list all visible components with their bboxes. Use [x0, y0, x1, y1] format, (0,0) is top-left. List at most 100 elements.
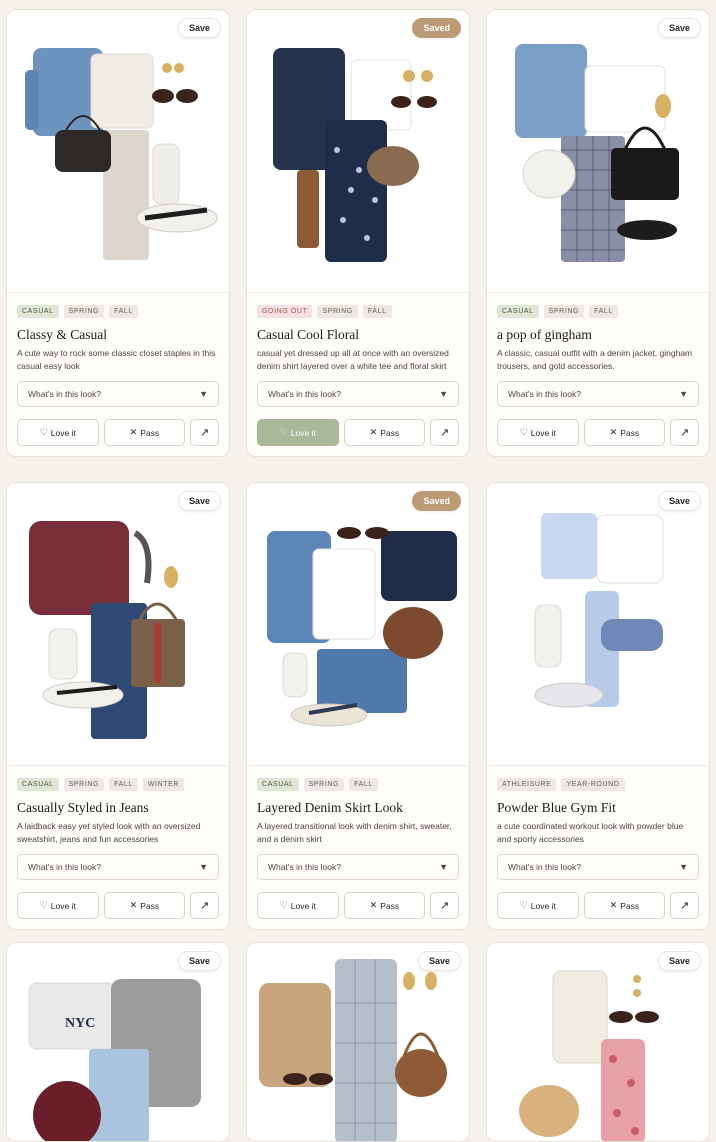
- share-button[interactable]: ↗: [190, 419, 220, 446]
- save-button[interactable]: Save: [177, 491, 221, 511]
- dropdown-label: What's in this look?: [28, 862, 101, 872]
- share-button[interactable]: ↗: [670, 419, 700, 446]
- tag-list: CASUAL SPRING FALL WINTER: [17, 778, 219, 791]
- look-items-dropdown[interactable]: What's in this look? ▼: [17, 381, 219, 407]
- tag: FALL: [109, 305, 138, 318]
- look-items-dropdown[interactable]: What's in this look? ▼: [257, 854, 459, 880]
- pass-button[interactable]: ✕ Pass: [343, 419, 426, 446]
- look-items-dropdown[interactable]: What's in this look? ▼: [17, 854, 219, 880]
- love-it-label: Love it: [290, 900, 316, 911]
- love-it-label: Love it: [50, 427, 76, 438]
- tag-list: GOING OUT SPRING FALL: [257, 305, 459, 318]
- pass-button[interactable]: ✕ Pass: [583, 892, 666, 919]
- outfit-image[interactable]: Saved: [247, 10, 469, 293]
- saved-button[interactable]: Saved: [412, 491, 461, 511]
- saved-button[interactable]: Saved: [412, 18, 461, 38]
- outfit-description: A laidback easy yet styled look with an …: [17, 821, 201, 844]
- pass-label: Pass: [140, 427, 160, 438]
- x-icon: ✕: [609, 427, 618, 437]
- save-button[interactable]: Save: [657, 18, 701, 38]
- dropdown-label: What's in this look?: [508, 389, 581, 399]
- look-items-dropdown[interactable]: What's in this look? ▼: [257, 381, 459, 407]
- tag-list: CASUAL SPRING FALL: [257, 778, 459, 791]
- nyc-print: NYC: [65, 1016, 95, 1031]
- x-icon: ✕: [369, 900, 378, 910]
- outfit-image[interactable]: Save: [487, 483, 709, 766]
- love-it-button[interactable]: ♡ Love it: [257, 419, 339, 446]
- outfit-card: Saved CASUAL SPRING FALL Layered Denim S…: [246, 482, 470, 930]
- outfit-illustration: [515, 44, 679, 262]
- outfit-image[interactable]: Save: [247, 943, 469, 1141]
- tag-list: CASUAL SPRING FALL: [17, 305, 219, 318]
- tag: WINTER: [142, 778, 185, 791]
- outfit-illustration: [534, 513, 664, 708]
- tag: YEAR-ROUND: [561, 778, 625, 791]
- outfit-card: Save: [246, 942, 470, 1142]
- tag: CASUAL: [497, 305, 539, 318]
- outfit-title: a pop of gingham: [497, 327, 592, 342]
- share-button[interactable]: ↗: [190, 892, 220, 919]
- arrow-up-right-icon: ↗: [439, 427, 450, 439]
- outfit-image[interactable]: Save: [7, 10, 229, 293]
- save-button[interactable]: Save: [177, 18, 221, 38]
- save-button[interactable]: Save: [417, 951, 461, 971]
- share-button[interactable]: ↗: [430, 419, 460, 446]
- arrow-up-right-icon: ↗: [199, 900, 210, 912]
- chevron-down-icon: ▼: [199, 862, 208, 872]
- outfit-illustration: [273, 48, 437, 262]
- outfit-card: Saved GOING OUT SPRING FALL Casual Cool …: [246, 9, 470, 457]
- look-items-dropdown[interactable]: What's in this look? ▼: [497, 381, 699, 407]
- outfit-card: Save CASUAL SPRING FALL a pop of gingham…: [486, 9, 710, 457]
- tag: SPRING: [63, 305, 105, 318]
- outfit-title: Powder Blue Gym Fit: [497, 800, 616, 815]
- outfit-image[interactable]: Save: [487, 943, 709, 1141]
- arrow-up-right-icon: ↗: [679, 900, 690, 912]
- tag-list: CASUAL SPRING FALL: [497, 305, 699, 318]
- outfit-image[interactable]: Saved: [247, 483, 469, 766]
- look-items-dropdown[interactable]: What's in this look? ▼: [497, 854, 699, 880]
- dropdown-label: What's in this look?: [268, 862, 341, 872]
- outfit-title: Layered Denim Skirt Look: [257, 800, 403, 815]
- dropdown-label: What's in this look?: [28, 389, 101, 399]
- save-button[interactable]: Save: [657, 491, 701, 511]
- pass-button[interactable]: ✕ Pass: [343, 892, 426, 919]
- outfit-card: NYC Save: [6, 942, 230, 1142]
- outfit-title: Casually Styled in Jeans: [17, 800, 149, 815]
- tag: CASUAL: [17, 778, 59, 791]
- love-it-button[interactable]: ♡ Love it: [17, 419, 99, 446]
- love-it-button[interactable]: ♡ Love it: [497, 892, 579, 919]
- love-it-label: Love it: [50, 900, 76, 911]
- outfit-image[interactable]: Save: [487, 10, 709, 293]
- tag: CASUAL: [17, 305, 59, 318]
- pass-button[interactable]: ✕ Pass: [103, 419, 186, 446]
- outfit-card: Save ATHLEISURE YEAR-ROUND Powder Blue G…: [486, 482, 710, 930]
- dropdown-label: What's in this look?: [508, 862, 581, 872]
- pass-button[interactable]: ✕ Pass: [103, 892, 186, 919]
- save-button[interactable]: Save: [177, 951, 221, 971]
- share-button[interactable]: ↗: [670, 892, 700, 919]
- outfit-image[interactable]: Save: [7, 483, 229, 766]
- pass-button[interactable]: ✕ Pass: [583, 419, 666, 446]
- pass-label: Pass: [140, 900, 160, 911]
- love-it-button[interactable]: ♡ Love it: [497, 419, 579, 446]
- outfit-image[interactable]: NYC Save: [7, 943, 229, 1141]
- heart-icon: ♡: [39, 900, 48, 910]
- outfit-card: Save CASUAL SPRING FALL Classy & Casual …: [6, 9, 230, 457]
- outfit-illustration: NYC: [28, 979, 201, 1141]
- tag: SPRING: [63, 778, 105, 791]
- outfit-description: A classic, casual outfit with a denim ja…: [497, 348, 693, 371]
- chevron-down-icon: ▼: [679, 389, 688, 399]
- pass-label: Pass: [380, 427, 400, 438]
- tag: FALL: [362, 305, 392, 318]
- chevron-down-icon: ▼: [199, 389, 208, 399]
- love-it-button[interactable]: ♡ Love it: [257, 892, 339, 919]
- share-button[interactable]: ↗: [430, 892, 460, 919]
- outfit-illustration: [519, 970, 659, 1141]
- x-icon: ✕: [609, 900, 618, 910]
- chevron-down-icon: ▼: [439, 862, 448, 872]
- heart-icon: ♡: [39, 427, 48, 437]
- heart-icon: ♡: [279, 900, 288, 910]
- love-it-button[interactable]: ♡ Love it: [17, 892, 99, 919]
- save-button[interactable]: Save: [657, 951, 701, 971]
- x-icon: ✕: [129, 900, 138, 910]
